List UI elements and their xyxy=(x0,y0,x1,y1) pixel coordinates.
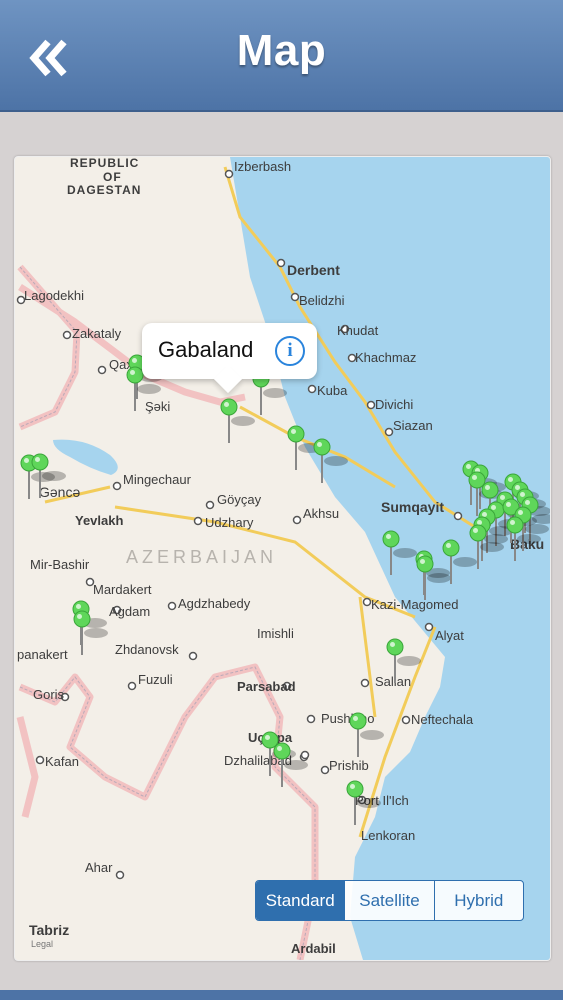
label-ardabil: Ardabil xyxy=(291,941,336,956)
label-goris: Goris xyxy=(33,687,65,702)
label-pushkino: Pushkino xyxy=(321,711,374,726)
label-kuba: Kuba xyxy=(317,383,348,398)
label-goycay: Göyçay xyxy=(217,492,262,507)
label-ahar: Ahar xyxy=(85,860,113,875)
label-khachmaz: Khachmaz xyxy=(355,350,416,365)
map-type-control[interactable]: Standard Satellite Hybrid xyxy=(255,880,524,921)
navigation-bar: Map xyxy=(0,0,563,112)
label-siazan: Siazan xyxy=(393,418,433,433)
label-zhdanovsk: Zhdanovsk xyxy=(115,642,179,657)
label-agdam: Agdam xyxy=(109,604,150,619)
label-seki: Şəki xyxy=(145,399,170,414)
label-mardakert: Mardakert xyxy=(93,582,152,597)
label-fuzuli: Fuzuli xyxy=(138,672,173,687)
standard-button[interactable]: Standard xyxy=(256,881,345,920)
label-prishib: Prishib xyxy=(329,758,369,773)
label-lenkoran: Lenkoran xyxy=(361,828,415,843)
bottom-bar xyxy=(0,990,563,1000)
map-pin[interactable] xyxy=(220,398,255,443)
satellite-button[interactable]: Satellite xyxy=(344,881,433,920)
info-circle-icon[interactable]: i xyxy=(275,336,305,366)
label-sumqayit: Sumqayit xyxy=(381,499,444,515)
label-neftechala: Neftechala xyxy=(411,712,474,727)
map-view[interactable]: REPUBLIC OF DAGESTAN Izberbash Derbent B… xyxy=(14,156,551,961)
label-izberbash: Izberbash xyxy=(234,159,291,174)
label-zakataly: Zakataly xyxy=(72,326,122,341)
label-salian: Salian xyxy=(375,674,411,689)
label-lagodekhi: Lagodekhi xyxy=(24,288,84,303)
label-belidzhi: Belidzhi xyxy=(299,293,345,308)
label-agdzhabedy: Agdzhabedy xyxy=(178,596,251,611)
legal-link[interactable]: Legal xyxy=(31,939,53,949)
label-kafan: Kafan xyxy=(45,754,79,769)
svg-text:OF: OF xyxy=(103,170,122,184)
label-parsabad: Parsabad xyxy=(237,679,296,694)
hybrid-button[interactable]: Hybrid xyxy=(433,881,523,920)
callout-title: Gabaland xyxy=(158,337,254,362)
label-yevlakh: Yevlakh xyxy=(75,513,123,528)
label-tabriz: Tabriz xyxy=(29,922,69,938)
map-pin[interactable] xyxy=(73,610,108,655)
label-dagestan: REPUBLIC xyxy=(70,157,139,170)
pin-callout[interactable]: Gabaland i xyxy=(142,323,317,394)
label-kazi-magomed: Kazi-Magomed xyxy=(371,597,458,612)
label-alyat: Alyat xyxy=(435,628,464,643)
label-mingechaur: Mingechaur xyxy=(123,472,192,487)
label-khudat: Khudat xyxy=(337,323,379,338)
label-akhsu: Akhsu xyxy=(303,506,339,521)
map-canvas[interactable]: REPUBLIC OF DAGESTAN Izberbash Derbent B… xyxy=(15,157,550,960)
svg-text:DAGESTAN: DAGESTAN xyxy=(67,183,141,197)
label-stepanakert: panakert xyxy=(17,647,68,662)
label-derbent: Derbent xyxy=(287,262,340,278)
label-ganca: Gəncə xyxy=(39,484,80,500)
page-title: Map xyxy=(236,26,327,75)
mingechaur-reservoir xyxy=(53,439,118,475)
label-imishli: Imishli xyxy=(257,626,294,641)
label-divichi: Divichi xyxy=(375,397,413,412)
label-azerbaijan: AZERBAIJAN xyxy=(126,547,277,567)
label-mir-bashir: Mir-Bashir xyxy=(30,557,90,572)
label-udzhary: Udzhary xyxy=(205,515,254,530)
